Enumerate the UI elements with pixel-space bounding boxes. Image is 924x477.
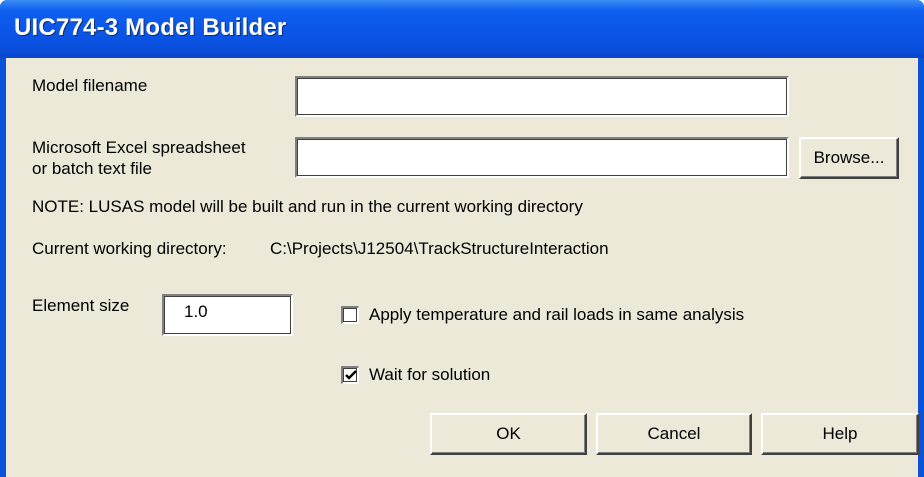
apply-temp-label[interactable]: Apply temperature and rail loads in same…: [369, 305, 744, 325]
model-filename-label: Model filename: [32, 76, 148, 95]
element-size-input[interactable]: 1.0: [162, 294, 293, 336]
help-button[interactable]: Help: [761, 413, 919, 455]
title-bar[interactable]: UIC774-3 Model Builder: [0, 0, 924, 58]
window-title: UIC774-3 Model Builder: [14, 14, 287, 41]
cwd-value: C:\Projects\J12504\TrackStructureInterac…: [270, 239, 609, 258]
wait-for-solution-checkbox[interactable]: [341, 366, 359, 384]
spreadsheet-input[interactable]: [295, 137, 789, 178]
element-size-label: Element size: [32, 296, 130, 315]
model-filename-input[interactable]: [295, 76, 789, 117]
spreadsheet-label-line1: Microsoft Excel spreadsheet: [32, 138, 246, 157]
cancel-button[interactable]: Cancel: [596, 413, 752, 455]
checkmark-icon: [345, 370, 357, 380]
browse-button[interactable]: Browse...: [799, 137, 899, 179]
apply-temp-checkbox[interactable]: [341, 306, 359, 324]
ok-button[interactable]: OK: [430, 413, 587, 455]
note-text: NOTE: LUSAS model will be built and run …: [32, 197, 583, 216]
wait-for-solution-label[interactable]: Wait for solution: [369, 365, 490, 385]
dialog-body: Model filename Microsoft Excel spreadshe…: [6, 58, 919, 477]
dialog-window: UIC774-3 Model Builder Model filename Mi…: [0, 0, 924, 477]
spreadsheet-label-line2: or batch text file: [32, 159, 153, 178]
cwd-label: Current working directory:: [32, 239, 227, 258]
